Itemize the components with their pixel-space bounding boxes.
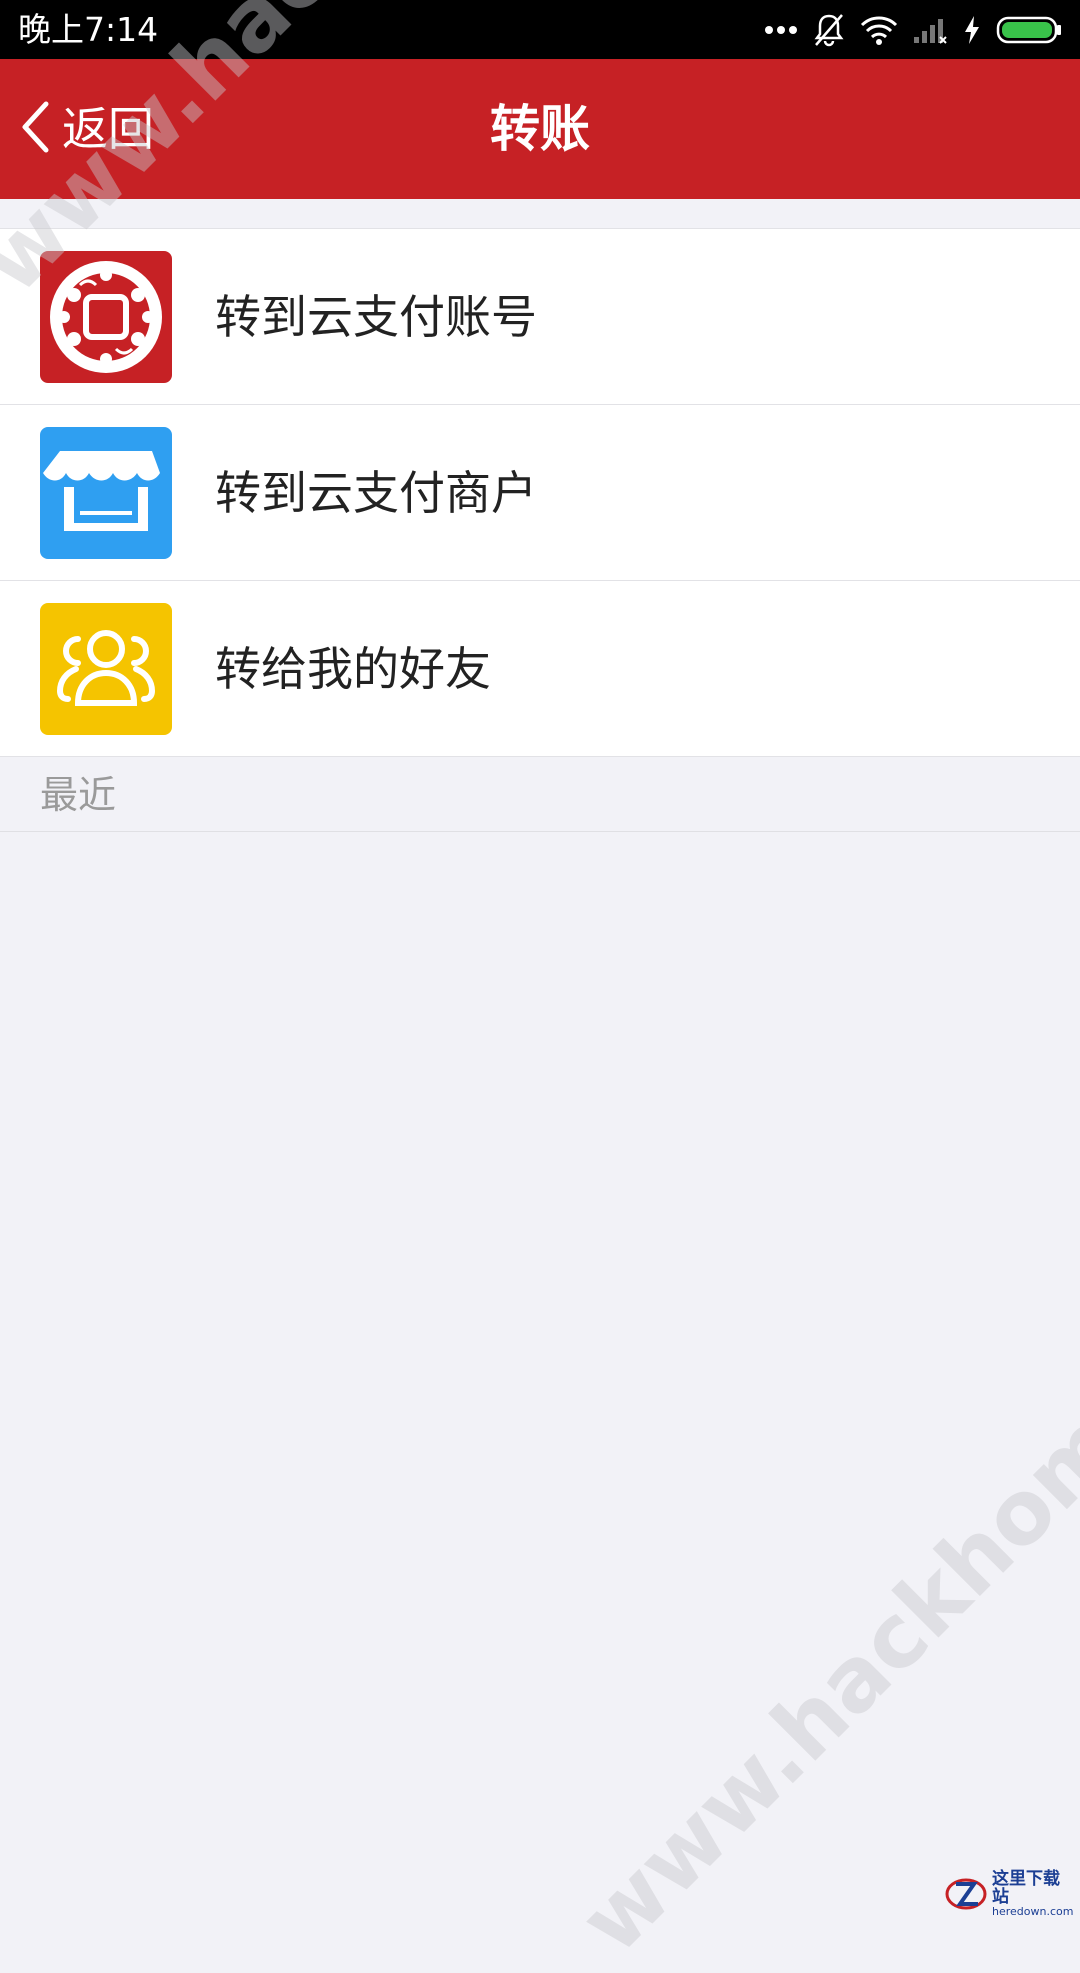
signal-icon	[912, 15, 948, 45]
nav-bar: 返回 转账	[0, 59, 1080, 199]
watermark: www.hackhome.com	[560, 1181, 1080, 1973]
page-title: 转账	[0, 97, 1080, 161]
corner-logo: 这里下载站 heredown.com	[944, 1872, 1074, 1916]
corner-logo-sub: heredown.com	[992, 1906, 1074, 1918]
bell-muted-icon	[812, 12, 846, 48]
status-time: 晚上7:14	[18, 8, 158, 51]
corner-logo-text: 这里下载站	[992, 1870, 1074, 1906]
charging-icon	[962, 15, 982, 45]
wifi-icon	[860, 15, 898, 45]
list-item-label: 转到云支付账号	[215, 287, 537, 347]
heredown-logo-icon	[944, 1872, 988, 1916]
recent-section-header: 最近	[0, 758, 1080, 832]
status-bar: 晚上7:14	[0, 0, 1080, 59]
battery-icon	[996, 15, 1064, 45]
more-dots-icon	[764, 25, 798, 35]
list-item-friends[interactable]: 转给我的好友	[0, 581, 1080, 757]
friends-icon	[40, 603, 172, 735]
cloud-pay-account-icon	[40, 251, 172, 383]
transfer-options-list: 转到云支付账号 转到云支付商户	[0, 228, 1080, 757]
list-item-label: 转到云支付商户	[215, 463, 537, 523]
status-icons	[764, 10, 1064, 50]
list-item-cloud-pay-merchant[interactable]: 转到云支付商户	[0, 405, 1080, 581]
recent-header-label: 最近	[40, 770, 116, 820]
list-item-cloud-pay-account[interactable]: 转到云支付账号	[0, 229, 1080, 405]
storefront-icon	[40, 427, 172, 559]
list-item-label: 转给我的好友	[215, 639, 491, 699]
